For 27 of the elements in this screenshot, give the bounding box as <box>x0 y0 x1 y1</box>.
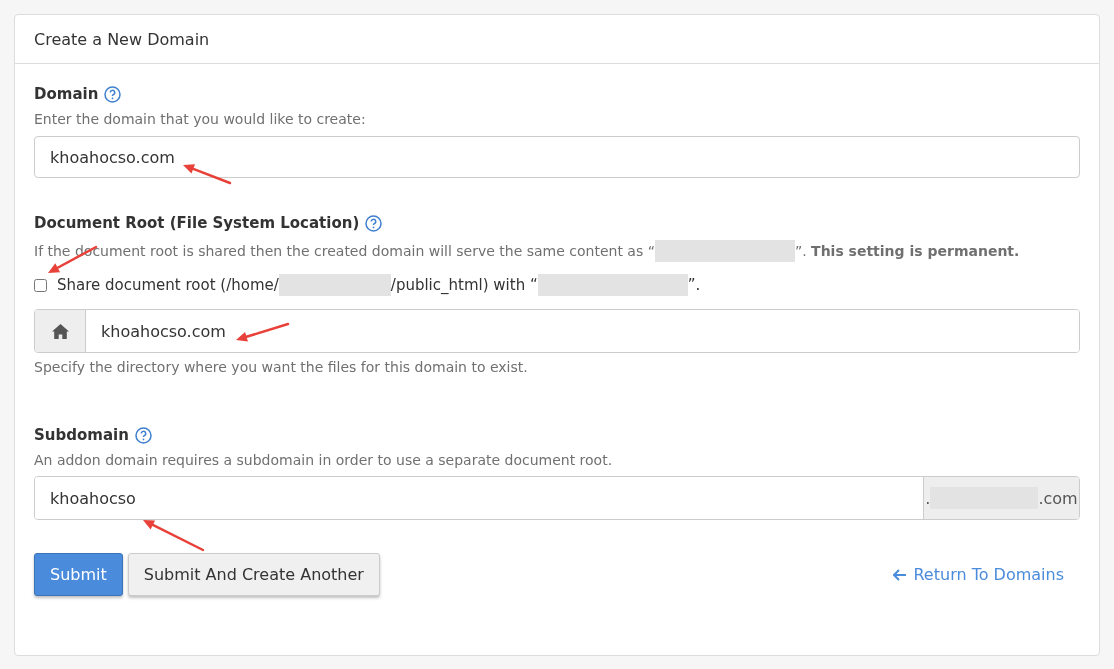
share-checkbox[interactable] <box>34 278 47 292</box>
field-label: Document Root (File System Location) <box>34 214 360 232</box>
annotation-arrow <box>183 164 232 185</box>
home-icon <box>51 323 69 339</box>
domain-suffix: .com <box>1038 488 1078 508</box>
submit-another-button[interactable]: Submit And Create Another <box>127 553 380 596</box>
help-text: ”. This setting is permanent. <box>794 243 1020 259</box>
help-icon[interactable] <box>365 214 383 232</box>
return-link[interactable]: Return To Domains <box>893 565 1064 584</box>
domain-input[interactable]: khoahocso.com <box>34 136 1080 178</box>
checkbox-label: /public_html) with “ <box>390 276 538 294</box>
domain-suffix: . <box>925 488 931 508</box>
field-label: Domain <box>34 85 99 103</box>
submit-button[interactable]: Submit <box>34 553 123 596</box>
annotation-arrow <box>236 322 290 342</box>
annotation-arrow <box>143 520 205 552</box>
checkbox-label: Share document root (/home/ <box>57 276 279 294</box>
help-text: An addon domain requires a subdomain in order to use a separate document root. <box>34 452 614 468</box>
subdomain-field[interactable]: khoahocso . .com <box>34 476 1080 520</box>
help-text: Specify the directory where you want the files for this domain to exist. <box>34 359 529 375</box>
arrow-left-icon <box>893 568 908 581</box>
field-label: Subdomain <box>34 426 129 444</box>
help-icon[interactable] <box>134 426 152 444</box>
checkbox-label: ”. <box>687 276 701 294</box>
help-icon[interactable] <box>104 85 122 103</box>
panel-title: Create a New Domain <box>15 15 1099 64</box>
help-text: Enter the domain that you would like to create: <box>34 111 367 127</box>
